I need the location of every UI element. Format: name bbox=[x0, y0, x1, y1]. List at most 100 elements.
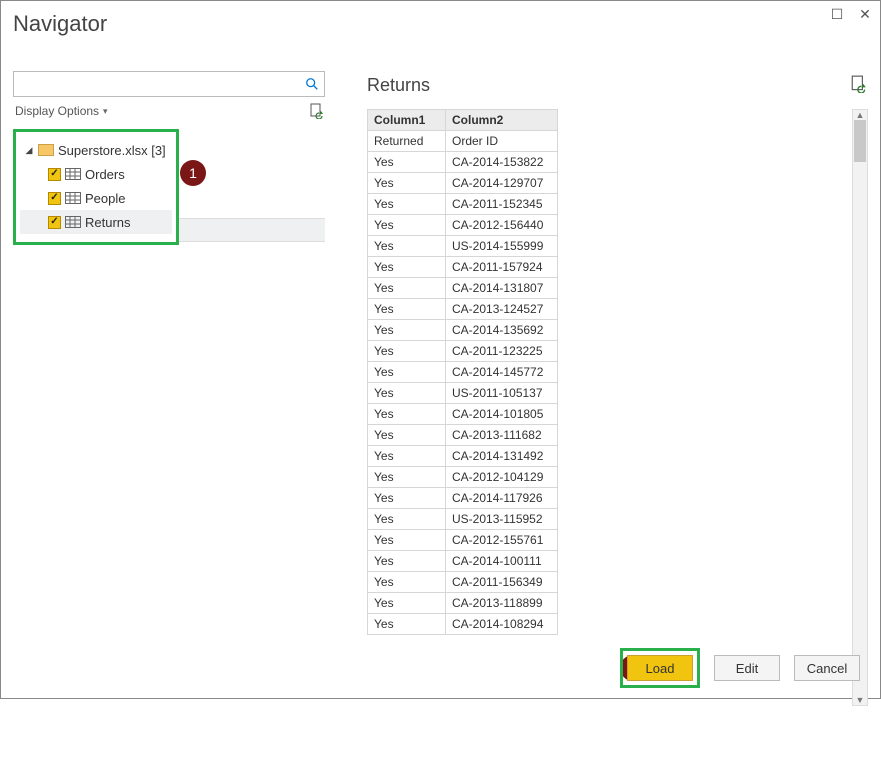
table-row[interactable]: YesCA-2013-111682 bbox=[368, 425, 558, 446]
chevron-down-icon: ▾ bbox=[103, 106, 108, 117]
table-cell: CA-2011-157924 bbox=[446, 257, 558, 278]
annotation-marker-1: 1 bbox=[180, 160, 206, 186]
scroll-down-icon[interactable]: ▼ bbox=[853, 695, 867, 705]
table-row[interactable]: YesCA-2011-156349 bbox=[368, 572, 558, 593]
table-cell: CA-2014-101805 bbox=[446, 404, 558, 425]
tree-item-label: Orders bbox=[85, 167, 125, 182]
table-row[interactable]: YesCA-2012-156440 bbox=[368, 215, 558, 236]
table-row[interactable]: YesCA-2013-124527 bbox=[368, 299, 558, 320]
preview-table: Column1Column2 ReturnedOrder IDYesCA-201… bbox=[367, 109, 558, 635]
table-row[interactable]: YesUS-2011-105137 bbox=[368, 383, 558, 404]
table-row[interactable]: YesCA-2014-100111 bbox=[368, 551, 558, 572]
preview-table-wrap: Column1Column2 ReturnedOrder IDYesCA-201… bbox=[367, 109, 868, 706]
search-input[interactable] bbox=[14, 72, 300, 96]
tree-highlight-box: ◢ Superstore.xlsx [3] Orders People bbox=[13, 129, 179, 245]
table-cell: CA-2013-111682 bbox=[446, 425, 558, 446]
table-row[interactable]: YesCA-2012-104129 bbox=[368, 467, 558, 488]
vertical-scrollbar[interactable]: ▲ ▼ bbox=[852, 109, 868, 706]
load-button[interactable]: Load bbox=[627, 655, 693, 681]
table-cell: US-2011-105137 bbox=[446, 383, 558, 404]
close-icon[interactable]: ✕ bbox=[858, 7, 872, 21]
display-options-button[interactable]: Display Options ▾ bbox=[15, 104, 108, 118]
table-cell: CA-2011-156349 bbox=[446, 572, 558, 593]
table-row[interactable]: YesCA-2011-157924 bbox=[368, 257, 558, 278]
tree-item-returns[interactable]: Returns bbox=[20, 210, 172, 234]
table-cell: CA-2011-152345 bbox=[446, 194, 558, 215]
table-row[interactable]: YesCA-2012-155761 bbox=[368, 530, 558, 551]
column-header[interactable]: Column2 bbox=[446, 110, 558, 131]
dialog-footer: 2 Load Edit Cancel bbox=[620, 648, 860, 688]
preview-header: Returns bbox=[367, 71, 868, 99]
table-row[interactable]: YesCA-2014-145772 bbox=[368, 362, 558, 383]
tree-root-label: Superstore.xlsx [3] bbox=[58, 143, 166, 158]
checkbox-orders[interactable] bbox=[48, 168, 61, 181]
table-row[interactable]: YesCA-2013-118899 bbox=[368, 593, 558, 614]
table-cell: Yes bbox=[368, 467, 446, 488]
table-row[interactable]: YesCA-2014-129707 bbox=[368, 173, 558, 194]
refresh-icon[interactable] bbox=[309, 103, 325, 119]
table-cell: CA-2014-135692 bbox=[446, 320, 558, 341]
table-cell: Yes bbox=[368, 404, 446, 425]
cancel-button[interactable]: Cancel bbox=[794, 655, 860, 681]
refresh-preview-icon[interactable] bbox=[850, 75, 868, 96]
table-cell: CA-2014-153822 bbox=[446, 152, 558, 173]
table-cell: CA-2014-145772 bbox=[446, 362, 558, 383]
search-icon[interactable] bbox=[300, 72, 324, 96]
table-row[interactable]: YesCA-2011-152345 bbox=[368, 194, 558, 215]
table-cell: Yes bbox=[368, 572, 446, 593]
table-cell: Yes bbox=[368, 530, 446, 551]
search-box[interactable] bbox=[13, 71, 325, 97]
scroll-thumb[interactable] bbox=[854, 120, 866, 162]
scroll-up-icon[interactable]: ▲ bbox=[853, 110, 867, 120]
table-row[interactable]: YesCA-2014-131807 bbox=[368, 278, 558, 299]
preview-title: Returns bbox=[367, 75, 430, 96]
checkbox-people[interactable] bbox=[48, 192, 61, 205]
table-cell: CA-2013-124527 bbox=[446, 299, 558, 320]
table-row[interactable]: YesCA-2014-101805 bbox=[368, 404, 558, 425]
table-row[interactable]: YesCA-2014-135692 bbox=[368, 320, 558, 341]
table-cell: Yes bbox=[368, 194, 446, 215]
table-cell: Yes bbox=[368, 383, 446, 404]
table-row[interactable]: YesCA-2014-131492 bbox=[368, 446, 558, 467]
load-highlight-box: Load bbox=[620, 648, 700, 688]
table-cell: Yes bbox=[368, 551, 446, 572]
edit-button[interactable]: Edit bbox=[714, 655, 780, 681]
table-cell: US-2014-155999 bbox=[446, 236, 558, 257]
table-cell: Yes bbox=[368, 488, 446, 509]
table-row[interactable]: YesUS-2013-115952 bbox=[368, 509, 558, 530]
table-cell: CA-2014-129707 bbox=[446, 173, 558, 194]
tree-root[interactable]: ◢ Superstore.xlsx [3] bbox=[20, 138, 172, 162]
display-options-row: Display Options ▾ bbox=[15, 103, 325, 119]
table-cell: Yes bbox=[368, 215, 446, 236]
folder-icon bbox=[38, 144, 54, 156]
checkbox-returns[interactable] bbox=[48, 216, 61, 229]
table-cell: CA-2013-118899 bbox=[446, 593, 558, 614]
table-cell: Yes bbox=[368, 320, 446, 341]
table-row[interactable]: YesUS-2014-155999 bbox=[368, 236, 558, 257]
table-cell: Yes bbox=[368, 614, 446, 635]
table-row[interactable]: YesCA-2014-117926 bbox=[368, 488, 558, 509]
preview-scroll: Column1Column2 ReturnedOrder IDYesCA-201… bbox=[367, 109, 868, 706]
preview-panel: Returns Column1Column2 ReturnedOrder IDY… bbox=[333, 71, 868, 706]
collapse-icon[interactable]: ◢ bbox=[24, 145, 34, 156]
table-cell: CA-2014-131492 bbox=[446, 446, 558, 467]
maximize-icon[interactable]: ☐ bbox=[830, 7, 844, 21]
table-cell: Yes bbox=[368, 341, 446, 362]
table-row[interactable]: YesCA-2011-123225 bbox=[368, 341, 558, 362]
table-cell: CA-2012-155761 bbox=[446, 530, 558, 551]
table-cell: CA-2012-156440 bbox=[446, 215, 558, 236]
table-cell: CA-2014-108294 bbox=[446, 614, 558, 635]
left-panel: Display Options ▾ ◢ Superstore.xlsx [3] bbox=[13, 71, 333, 706]
table-cell: Yes bbox=[368, 299, 446, 320]
table-cell: CA-2012-104129 bbox=[446, 467, 558, 488]
table-row[interactable]: YesCA-2014-108294 bbox=[368, 614, 558, 635]
table-cell: US-2013-115952 bbox=[446, 509, 558, 530]
tree-item-orders[interactable]: Orders bbox=[20, 162, 172, 186]
table-row[interactable]: YesCA-2014-153822 bbox=[368, 152, 558, 173]
table-cell: Yes bbox=[368, 509, 446, 530]
tree-item-people[interactable]: People bbox=[20, 186, 172, 210]
tree-row-extension bbox=[179, 218, 325, 242]
column-header[interactable]: Column1 bbox=[368, 110, 446, 131]
table-cell: Yes bbox=[368, 257, 446, 278]
table-row[interactable]: ReturnedOrder ID bbox=[368, 131, 558, 152]
